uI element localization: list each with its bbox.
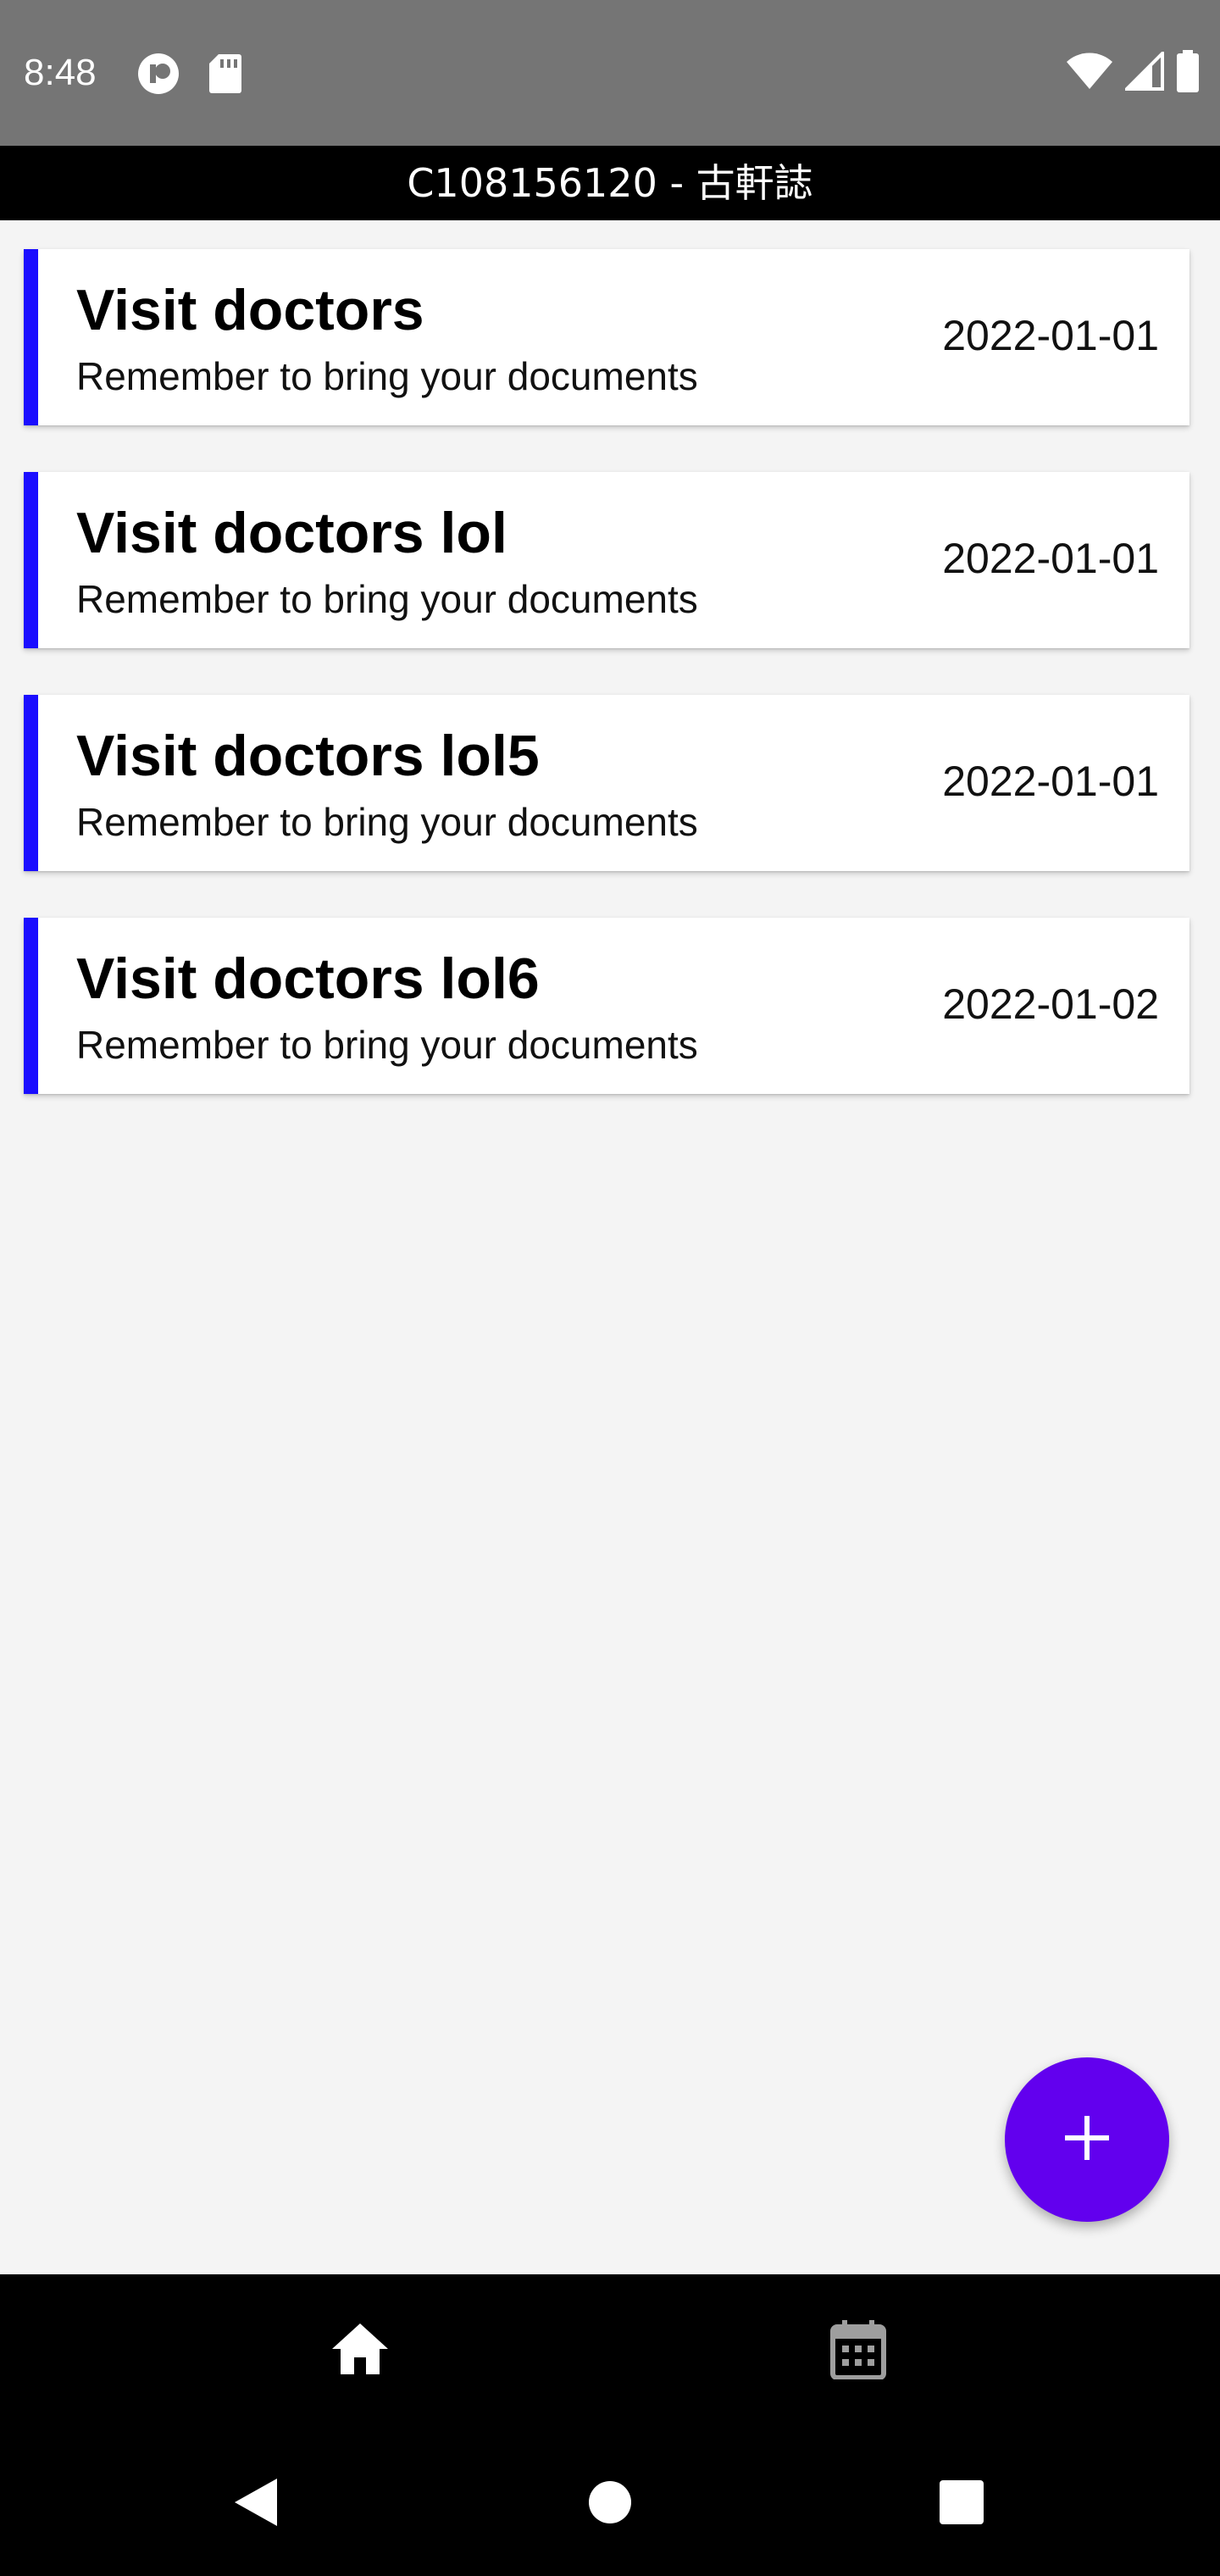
app-title: C108156120 - 古軒誌 bbox=[407, 160, 813, 206]
app-screen: 8:48 C108156120 - 古軒誌 Visit doctors Reme… bbox=[0, 0, 1220, 2576]
system-home-button[interactable] bbox=[572, 2466, 648, 2542]
status-time: 8:48 bbox=[24, 52, 97, 93]
add-task-button[interactable] bbox=[1005, 2057, 1169, 2222]
task-description: Remember to bring your documents bbox=[76, 577, 698, 621]
nav-item-home[interactable] bbox=[313, 2308, 407, 2393]
task-card[interactable]: Visit doctors lol6 Remember to bring you… bbox=[24, 918, 1190, 1094]
back-icon bbox=[230, 2475, 280, 2534]
battery-icon bbox=[1176, 49, 1200, 97]
task-description: Remember to bring your documents bbox=[76, 354, 698, 398]
task-card[interactable]: Visit doctors lol5 Remember to bring you… bbox=[24, 695, 1190, 871]
task-accent-bar bbox=[24, 472, 38, 648]
status-right-icons bbox=[1066, 48, 1200, 97]
task-date: 2022-01-01 bbox=[942, 312, 1159, 359]
task-accent-bar bbox=[24, 249, 38, 425]
plus-icon bbox=[1062, 2112, 1112, 2168]
app-title-bar: C108156120 - 古軒誌 bbox=[0, 146, 1220, 220]
task-date: 2022-01-02 bbox=[942, 980, 1159, 1028]
nav-item-calendar[interactable] bbox=[812, 2308, 905, 2393]
home-circle-icon bbox=[587, 2479, 633, 2529]
task-date: 2022-01-01 bbox=[942, 535, 1159, 582]
system-recents-button[interactable] bbox=[923, 2466, 1000, 2542]
recents-icon bbox=[938, 2479, 985, 2530]
bottom-navigation bbox=[0, 2274, 1220, 2430]
task-date: 2022-01-01 bbox=[942, 758, 1159, 805]
task-description: Remember to bring your documents bbox=[76, 1023, 698, 1067]
task-title: Visit doctors bbox=[76, 278, 424, 342]
system-back-button[interactable] bbox=[217, 2466, 293, 2542]
status-bar: 8:48 bbox=[0, 0, 1220, 146]
task-list: Visit doctors Remember to bring your doc… bbox=[24, 249, 1190, 1141]
task-description: Remember to bring your documents bbox=[76, 800, 698, 844]
task-title: Visit doctors lol bbox=[76, 501, 507, 565]
task-accent-bar bbox=[24, 695, 38, 871]
task-title: Visit doctors lol6 bbox=[76, 947, 540, 1011]
wifi-icon bbox=[1066, 52, 1113, 95]
task-card[interactable]: Visit doctors lol Remember to bring your… bbox=[24, 472, 1190, 648]
privacy-indicator-icon bbox=[137, 53, 180, 95]
cellular-signal-icon bbox=[1123, 48, 1164, 95]
calendar-icon bbox=[830, 2318, 886, 2384]
home-icon bbox=[330, 2322, 390, 2380]
task-title: Visit doctors lol5 bbox=[76, 724, 540, 788]
task-accent-bar bbox=[24, 918, 38, 1094]
sd-card-icon bbox=[208, 53, 251, 95]
task-card[interactable]: Visit doctors Remember to bring your doc… bbox=[24, 249, 1190, 425]
system-navigation-bar bbox=[0, 2430, 1220, 2576]
